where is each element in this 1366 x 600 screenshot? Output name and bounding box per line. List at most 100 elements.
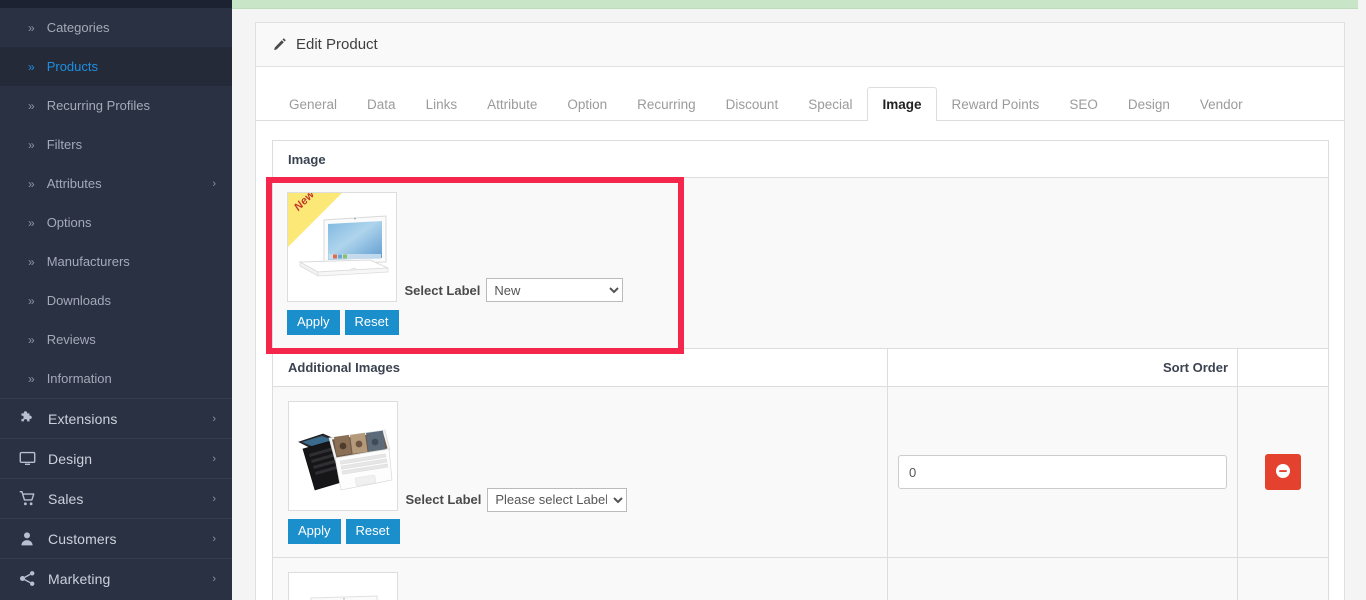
select-label-text: Select Label [405, 492, 482, 507]
tab-design[interactable]: Design [1113, 87, 1185, 121]
additional-image-thumb-wrap: Apply Reset [288, 401, 400, 544]
sidebar-main-menu: Extensions › Design › Sales › Customers › Market… [0, 398, 232, 598]
sidebar-item-attributes[interactable]: » Attributes › [0, 164, 232, 203]
card-header: Edit Product [256, 23, 1344, 67]
col-header-additional-images: Additional Images [288, 360, 400, 375]
tab-general[interactable]: General [274, 87, 352, 121]
product-tabs: General Data Links Attribute Option Recurring… [256, 67, 1344, 121]
tab-recurring[interactable]: Recurring [622, 87, 711, 121]
chevron-right-icon: › [212, 572, 216, 585]
sidebar-item-products[interactable]: » Products [0, 47, 232, 86]
sidebar-catalog-submenu: » Categories» Products» Recurring Profiles»… [0, 8, 232, 398]
additional-images-table: Additional Images Sort Order Apply Reset… [272, 349, 1329, 600]
action-cell [1237, 558, 1328, 600]
sort-order-cell [887, 558, 1237, 600]
reset-button[interactable]: Reset [345, 519, 400, 544]
shopping-cart-icon [14, 490, 40, 507]
tab-reward-points[interactable]: Reward Points [937, 87, 1055, 121]
chevron-double-right-icon: » [28, 59, 35, 74]
chevron-double-right-icon: » [28, 176, 35, 191]
tab-option[interactable]: Option [552, 87, 622, 121]
additional-image-thumb-wrap [288, 572, 398, 600]
reset-button[interactable]: Reset [344, 310, 399, 335]
chevron-right-icon: › [212, 412, 216, 425]
apply-button[interactable]: Apply [287, 310, 340, 335]
sidebar-item-options[interactable]: » Options [0, 203, 232, 242]
sidebar-item-categories[interactable]: » Categories [0, 8, 232, 47]
additional-image-label-area: Select Label Please select Label [400, 401, 628, 544]
tab-seo[interactable]: SEO [1054, 87, 1113, 121]
chevron-right-icon: › [212, 452, 216, 465]
sidebar-item-customers[interactable]: Customers › [0, 518, 232, 558]
main-image-thumbnail[interactable]: New [287, 192, 397, 302]
pencil-icon [272, 37, 287, 52]
sort-order-cell [887, 387, 1237, 557]
tab-discount[interactable]: Discount [711, 87, 794, 121]
chevron-double-right-icon: » [28, 20, 35, 35]
chevron-right-icon: › [212, 532, 216, 545]
chevron-double-right-icon: » [28, 332, 35, 347]
tab-links[interactable]: Links [411, 87, 473, 121]
sidebar-item-marketing[interactable]: Marketing › [0, 558, 232, 598]
chevron-right-icon: › [212, 177, 216, 190]
main-image-label-select[interactable]: New [486, 278, 624, 302]
tab-vendor[interactable]: Vendor [1185, 87, 1258, 121]
sidebar-item-sales[interactable]: Sales › [0, 478, 232, 518]
additional-image-thumbnail[interactable] [288, 572, 398, 600]
sidebar-item-label: Filters [46, 137, 83, 152]
col-header-action [1237, 349, 1328, 386]
sort-order-input[interactable] [898, 455, 1227, 489]
success-alert-bar [232, 0, 1358, 9]
image-tab-panel: Image New Apply Reset Select Label New A… [256, 121, 1344, 600]
chevron-double-right-icon: » [28, 98, 35, 113]
chevron-double-right-icon: » [28, 215, 35, 230]
chevron-right-icon: › [212, 492, 216, 505]
apply-button[interactable]: Apply [288, 519, 341, 544]
sidebar-item-information[interactable]: » Information [0, 359, 232, 398]
image-panel: Image New Apply Reset Select Label New [272, 140, 1329, 349]
sidebar-item-label: Manufacturers [46, 254, 130, 269]
sidebar-item-label: Information [46, 371, 112, 386]
sidebar: » Categories» Products» Recurring Profiles»… [0, 0, 232, 600]
additional-image-thumbnail[interactable] [288, 401, 398, 511]
additional-image-label-select[interactable]: Please select Label [487, 487, 628, 512]
puzzle-piece-icon [14, 410, 40, 427]
sidebar-item-reviews[interactable]: » Reviews [0, 320, 232, 359]
sidebar-item-label: Attributes [46, 176, 102, 191]
sidebar-item-label: Sales [48, 490, 84, 507]
edit-product-card: Edit Product General Data Links Attribute Op… [255, 22, 1345, 600]
select-label-text: Select Label [404, 282, 481, 298]
remove-image-button[interactable] [1265, 454, 1301, 490]
sidebar-item-design[interactable]: Design › [0, 438, 232, 478]
image-panel-heading: Image [273, 141, 1328, 178]
sidebar-item-label: Reviews [46, 332, 96, 347]
monitor-icon [14, 450, 40, 467]
chevron-double-right-icon: » [28, 137, 35, 152]
additional-image-cell: Apply Reset Select Label Please select L… [273, 387, 887, 557]
tab-attribute[interactable]: Attribute [472, 87, 552, 121]
sidebar-item-label: Design [48, 450, 93, 467]
sidebar-item-filters[interactable]: » Filters [0, 125, 232, 164]
tab-image[interactable]: Image [867, 87, 937, 121]
sidebar-top-strip [0, 0, 232, 8]
additional-image-cell [273, 558, 887, 600]
sidebar-item-recurring-profiles[interactable]: » Recurring Profiles [0, 86, 232, 125]
additional-images-header-row: Additional Images Sort Order [273, 349, 1328, 387]
sidebar-item-label: Downloads [46, 293, 112, 308]
sidebar-item-downloads[interactable]: » Downloads [0, 281, 232, 320]
share-nodes-icon [14, 570, 40, 587]
tab-special[interactable]: Special [793, 87, 867, 121]
sidebar-item-label: Extensions [48, 410, 118, 427]
sidebar-item-label: Marketing [48, 570, 111, 587]
main-content: Edit Product General Data Links Attribute Op… [232, 0, 1366, 600]
main-image-label-area: Select Label New [399, 178, 624, 348]
user-icon [14, 531, 40, 547]
tab-data[interactable]: Data [352, 87, 411, 121]
sidebar-item-label: Categories [46, 20, 110, 35]
table-row: Apply Reset Select Label Please select L… [273, 387, 1328, 558]
sidebar-item-label: Recurring Profiles [46, 98, 151, 113]
page-title: Edit Product [296, 36, 378, 53]
sidebar-item-manufacturers[interactable]: » Manufacturers [0, 242, 232, 281]
sidebar-item-extensions[interactable]: Extensions › [0, 398, 232, 438]
sidebar-item-label: Products [46, 59, 98, 74]
